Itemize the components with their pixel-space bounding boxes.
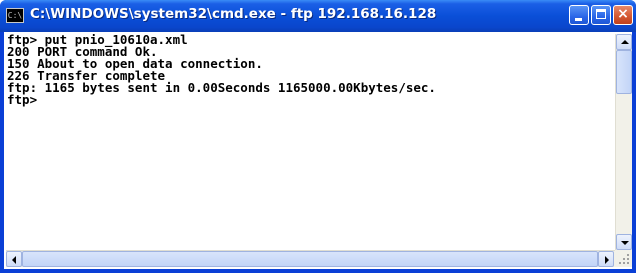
arrow-left-icon — [12, 256, 16, 264]
vertical-scroll-thumb[interactable] — [616, 50, 632, 94]
console-icon[interactable]: C:\ — [6, 8, 24, 23]
title-bar[interactable]: C:\ C:\WINDOWS\system32\cmd.exe - ftp 19… — [0, 0, 636, 32]
arrow-down-icon — [621, 241, 629, 245]
scroll-right-button[interactable] — [598, 251, 614, 267]
scroll-down-button[interactable] — [616, 234, 632, 250]
cmd-window: C:\ C:\WINDOWS\system32\cmd.exe - ftp 19… — [0, 0, 636, 273]
maximize-button[interactable] — [591, 5, 611, 25]
scroll-left-button[interactable] — [6, 251, 22, 267]
minimize-button[interactable] — [569, 5, 589, 25]
resize-grip-icon[interactable] — [615, 250, 632, 267]
console-prompt: ftp> — [7, 92, 38, 107]
close-icon: × — [617, 6, 629, 22]
scroll-up-button[interactable] — [616, 34, 632, 50]
arrow-right-icon — [605, 256, 609, 264]
arrow-up-icon — [621, 40, 629, 44]
horizontal-scrollbar[interactable] — [6, 250, 615, 267]
maximize-icon — [596, 9, 606, 19]
console-output[interactable]: ftp> put pnio_10610a.xml 200 PORT comman… — [6, 34, 615, 250]
minimize-icon — [575, 18, 582, 21]
horizontal-scroll-thumb[interactable] — [22, 251, 598, 267]
window-title: C:\WINDOWS\system32\cmd.exe - ftp 192.16… — [30, 6, 437, 22]
close-button[interactable]: × — [613, 5, 633, 25]
console-line: ftp: 1165 bytes sent in 0.00Seconds 1165… — [7, 80, 436, 95]
client-area: ftp> put pnio_10610a.xml 200 PORT comman… — [4, 32, 632, 269]
vertical-scrollbar[interactable] — [615, 34, 632, 250]
